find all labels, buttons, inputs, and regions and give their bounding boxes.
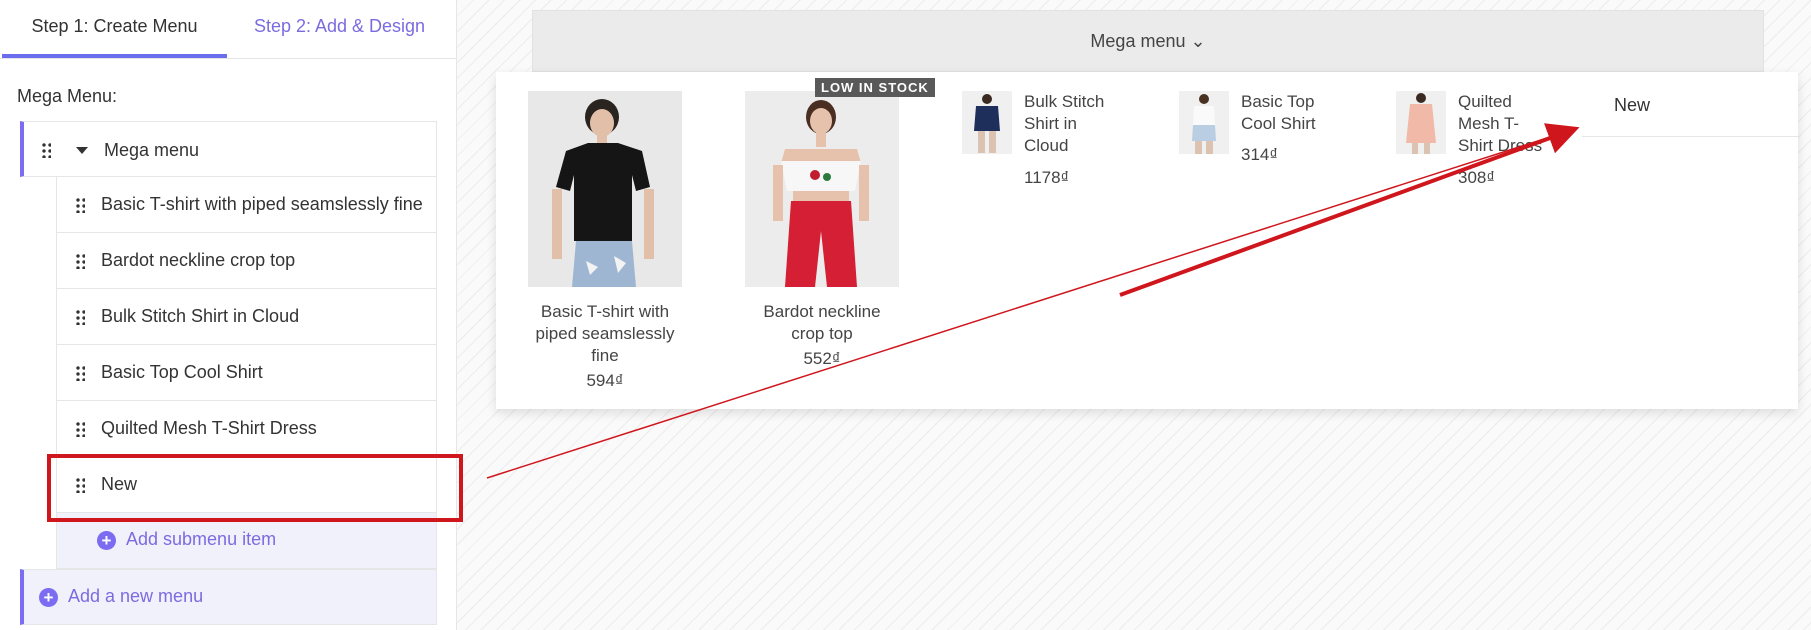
product-title[interactable]: Basic Top Cool Shirt xyxy=(1241,91,1341,135)
product-title[interactable]: Basic T-shirt with piped seamslessly fin… xyxy=(525,301,685,367)
submenu-item-label: Quilted Mesh T-Shirt Dress xyxy=(101,418,317,438)
submenu-item-label: New xyxy=(101,474,138,494)
submenu-item[interactable]: Basic Top Cool Shirt xyxy=(56,345,437,401)
product-thumbnail[interactable] xyxy=(962,91,1012,154)
mega-menu-nav-link[interactable]: Mega menu ⌄ xyxy=(533,31,1763,52)
product-thumbnail[interactable] xyxy=(1179,91,1229,154)
submenu-item[interactable]: Bulk Stitch Shirt in Cloud xyxy=(56,289,437,345)
tab-add-design[interactable]: Step 2: Add & Design xyxy=(227,0,452,58)
low-in-stock-badge: LOW IN STOCK xyxy=(815,78,935,97)
product-title[interactable]: Quilted Mesh T-Shirt Dress xyxy=(1458,91,1552,157)
product-image[interactable] xyxy=(528,91,682,287)
drag-handle-icon[interactable] xyxy=(75,365,85,381)
preview-menubar: Mega menu ⌄ xyxy=(532,10,1764,72)
submenu-item-label: Basic Top Cool Shirt xyxy=(101,362,263,382)
add-menu-label: Add a new menu xyxy=(68,586,204,606)
submenu-item[interactable]: Basic T-shirt with piped seamslessly fin… xyxy=(56,177,437,233)
product-thumbnail[interactable] xyxy=(1396,91,1446,154)
product-price: 1178₫ xyxy=(1024,168,1070,187)
drag-handle-icon[interactable] xyxy=(75,421,85,437)
product-price: 314₫ xyxy=(1241,145,1279,164)
submenu-item-label: Basic T-shirt with piped seamslessly fin… xyxy=(101,194,423,214)
tab-create-menu[interactable]: Step 1: Create Menu xyxy=(2,0,227,58)
drag-handle-icon[interactable] xyxy=(75,309,85,325)
product-title[interactable]: Bardot neckline crop top xyxy=(745,301,899,345)
plus-circle-icon: + xyxy=(39,588,58,607)
add-new-menu-button[interactable]: + Add a new menu xyxy=(20,569,437,625)
step-tabs: Step 1: Create Menu Step 2: Add & Design xyxy=(0,0,456,59)
drag-handle-icon[interactable] xyxy=(75,477,85,493)
menu-item-mega-menu[interactable]: Mega menu xyxy=(20,121,437,177)
submenu-item-new[interactable]: New xyxy=(56,457,437,513)
drag-handle-icon[interactable] xyxy=(75,253,85,269)
preview-divider xyxy=(1582,136,1798,137)
caret-down-icon[interactable] xyxy=(76,147,88,154)
product-title[interactable]: Bulk Stitch Shirt in Cloud xyxy=(1024,91,1124,157)
menu-editor-sidebar: Step 1: Create Menu Step 2: Add & Design… xyxy=(0,0,457,630)
mega-menu-dropdown-panel xyxy=(496,72,1798,409)
submenu-item-label: Bulk Stitch Shirt in Cloud xyxy=(101,306,300,326)
plus-circle-icon: + xyxy=(97,531,116,550)
section-label: Mega Menu: xyxy=(17,86,118,106)
submenu-item-label: Bardot neckline crop top xyxy=(101,250,296,270)
add-submenu-item-button[interactable]: + Add submenu item xyxy=(56,513,437,569)
product-price: 308₫ xyxy=(1458,168,1496,187)
menu-item-label: Mega menu xyxy=(104,140,200,160)
drag-handle-icon[interactable] xyxy=(41,142,51,158)
product-price: 552₫ xyxy=(803,349,841,368)
submenu-item[interactable]: Quilted Mesh T-Shirt Dress xyxy=(56,401,437,457)
drag-handle-icon[interactable] xyxy=(75,197,85,213)
product-image[interactable] xyxy=(745,91,899,287)
add-submenu-label: Add submenu item xyxy=(126,529,277,549)
product-price: 594₫ xyxy=(586,371,624,390)
preview-new-link[interactable]: New xyxy=(1614,95,1650,116)
submenu-item[interactable]: Bardot neckline crop top xyxy=(56,233,437,289)
